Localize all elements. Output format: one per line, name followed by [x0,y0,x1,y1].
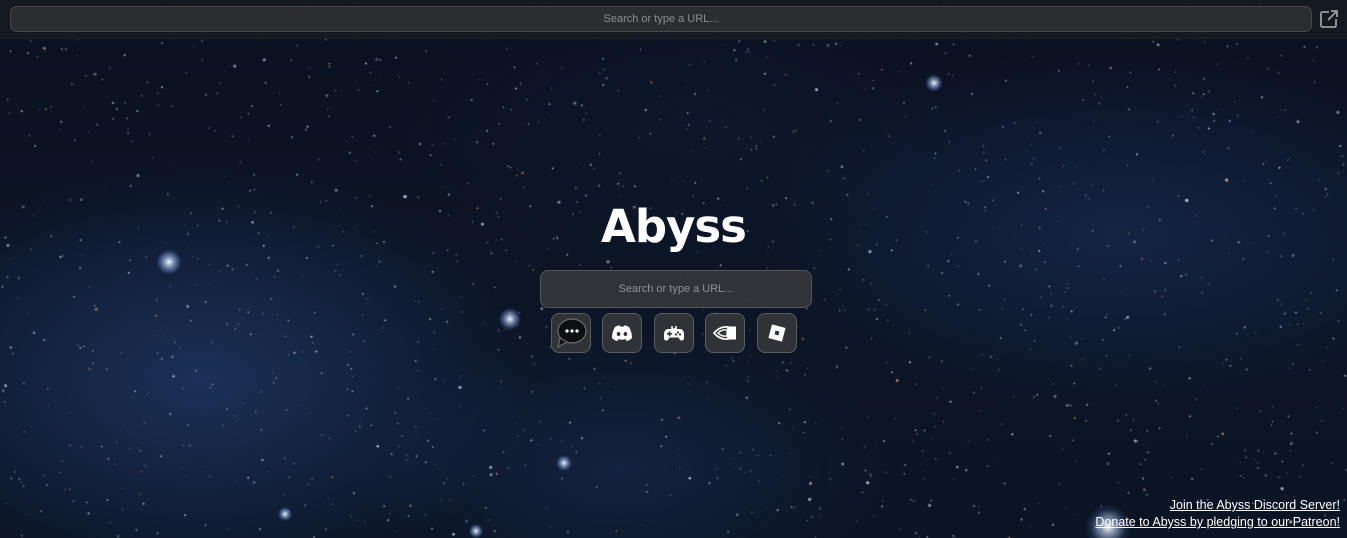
starfield-background [0,0,1347,538]
discord-server-link[interactable]: Join the Abyss Discord Server! [1095,497,1340,514]
roblox-shortcut-button[interactable] [757,313,797,353]
page-title: Abyss [601,200,747,253]
patreon-link[interactable]: Donate to Abyss by pledging to our Patre… [1095,514,1340,531]
games-shortcut-button[interactable] [654,313,694,353]
url-input[interactable] [10,6,1312,32]
search-input[interactable] [540,270,812,308]
chat-bubble-icon [557,318,587,349]
discord-icon [612,325,632,341]
discord-shortcut-button[interactable] [602,313,642,353]
open-in-new-window-icon[interactable] [1318,8,1340,30]
nvidia-shortcut-button[interactable] [705,313,745,353]
gamepad-icon [664,326,684,341]
footer-links: Join the Abyss Discord Server! Donate to… [1095,497,1340,531]
roblox-icon [768,324,786,342]
chat-shortcut-button[interactable] [551,313,591,353]
nvidia-icon [713,325,736,341]
top-address-bar [0,0,1347,39]
